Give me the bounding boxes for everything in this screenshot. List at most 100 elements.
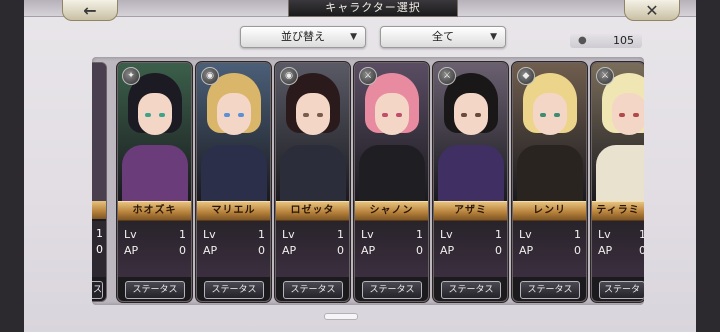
ap-label: AP [124, 244, 139, 257]
level-label: Lv [361, 228, 374, 241]
filter-dropdown-label: 全て [432, 30, 454, 43]
level-row: Lv 1 [282, 227, 344, 243]
character-name: ティラミ [592, 201, 644, 221]
status-button[interactable]: ステータス [441, 281, 501, 299]
level-value: 1 [337, 228, 344, 241]
portrait-eye [303, 113, 309, 117]
person-icon: ● [578, 35, 587, 46]
back-button[interactable]: ← [62, 0, 118, 21]
partial-card-status-button[interactable]: ス [92, 281, 103, 299]
filter-dropdown[interactable]: 全て ▼ [380, 26, 506, 48]
character-card[interactable]: ⚔ シャノン Lv 1 AP 0 ステータス [355, 63, 428, 301]
character-portrait: ⚔ [592, 63, 644, 201]
ap-value: 0 [495, 244, 502, 257]
ap-label: AP [598, 244, 613, 257]
level-label: Lv [519, 228, 532, 241]
ap-label: AP [519, 244, 534, 257]
portrait-eye [159, 113, 165, 117]
portrait-eye [145, 113, 151, 117]
character-portrait: ◉ [276, 63, 349, 201]
character-stats: Lv 1 AP 0 [118, 221, 191, 277]
character-stats: Lv 1 AP 0 [197, 221, 270, 277]
level-value: 1 [495, 228, 502, 241]
scroll-indicator[interactable] [324, 313, 358, 320]
character-stats: Lv 1 AP 0 [592, 221, 644, 277]
status-button[interactable]: ステータス [520, 281, 580, 299]
left-edge [0, 0, 24, 332]
close-button[interactable]: ✕ [624, 0, 680, 21]
orb-icon: ◉ [201, 67, 219, 85]
ap-value: 0 [416, 244, 423, 257]
character-card[interactable]: ◆ レンリ Lv 1 AP 0 ステータス [513, 63, 586, 301]
ap-value: 0 [574, 244, 581, 257]
staff-icon: ✦ [122, 67, 140, 85]
character-name: レンリ [513, 201, 586, 221]
level-row: Lv 1 [124, 227, 186, 243]
portrait-face [454, 93, 488, 135]
ap-value: 0 [639, 244, 644, 257]
portrait-eye [619, 113, 625, 117]
sort-dropdown[interactable]: 並び替え ▼ [240, 26, 366, 48]
portrait-face [296, 93, 330, 135]
character-portrait: ⚔ [355, 63, 428, 201]
character-portrait: ◆ [513, 63, 586, 201]
status-button[interactable]: ステータス [125, 281, 185, 299]
left-arrow-icon: ← [83, 0, 97, 20]
character-name: アザミ [434, 201, 507, 221]
status-button[interactable]: ステータス [283, 281, 343, 299]
character-card[interactable]: ◉ ロゼッタ Lv 1 AP 0 ステータス [276, 63, 349, 301]
portrait-eye [382, 113, 388, 117]
ap-label: AP [361, 244, 376, 257]
character-list[interactable]: 1 0 ス ✦ ホオズキ Lv 1 AP 0 ステータス ◉ マリエル Lv 1… [92, 57, 644, 305]
portrait-eye [540, 113, 546, 117]
ap-row: AP 0 [203, 243, 265, 259]
ap-label: AP [282, 244, 297, 257]
partial-card-ap: 0 [96, 243, 103, 256]
status-button[interactable]: ステータス [599, 281, 644, 299]
character-stats: Lv 1 AP 0 [434, 221, 507, 277]
ap-row: AP 0 [598, 243, 644, 259]
portrait-body [438, 145, 504, 201]
character-card[interactable]: ⚔ アザミ Lv 1 AP 0 ステータス [434, 63, 507, 301]
ap-value: 0 [179, 244, 186, 257]
level-label: Lv [598, 228, 611, 241]
portrait-body [596, 145, 644, 201]
character-portrait: ✦ [118, 63, 191, 201]
level-row: Lv 1 [361, 227, 423, 243]
level-value: 1 [416, 228, 423, 241]
level-label: Lv [282, 228, 295, 241]
character-name: ロゼッタ [276, 201, 349, 221]
level-label: Lv [440, 228, 453, 241]
screen-title: キャラクター選択 [288, 0, 458, 17]
character-count-value: 105 [613, 34, 634, 47]
level-row: Lv 1 [598, 227, 644, 243]
close-icon: ✕ [645, 0, 659, 20]
orb-icon: ◉ [280, 67, 298, 85]
character-count: ● 105 [570, 34, 642, 48]
status-button[interactable]: ステータス [362, 281, 422, 299]
ap-label: AP [203, 244, 218, 257]
character-card[interactable]: ✦ ホオズキ Lv 1 AP 0 ステータス [118, 63, 191, 301]
status-button[interactable]: ステータス [204, 281, 264, 299]
ap-value: 0 [337, 244, 344, 257]
portrait-eye [475, 113, 481, 117]
character-stats: Lv 1 AP 0 [355, 221, 428, 277]
level-row: Lv 1 [440, 227, 502, 243]
portrait-eye [554, 113, 560, 117]
ap-value: 0 [258, 244, 265, 257]
character-stats: Lv 1 AP 0 [276, 221, 349, 277]
partial-card-left[interactable]: 1 0 ス [92, 63, 106, 301]
right-edge [696, 0, 720, 332]
portrait-body [122, 145, 188, 201]
ap-row: AP 0 [361, 243, 423, 259]
character-card[interactable]: ◉ マリエル Lv 1 AP 0 ステータス [197, 63, 270, 301]
sword-icon: ⚔ [596, 67, 614, 85]
character-stats: Lv 1 AP 0 [513, 221, 586, 277]
portrait-face [138, 93, 172, 135]
sword-icon: ⚔ [359, 67, 377, 85]
portrait-eye [461, 113, 467, 117]
character-name: マリエル [197, 201, 270, 221]
portrait-face [217, 93, 251, 135]
portrait-body [280, 145, 346, 201]
character-card[interactable]: ⚔ ティラミ Lv 1 AP 0 ステータス [592, 63, 644, 301]
